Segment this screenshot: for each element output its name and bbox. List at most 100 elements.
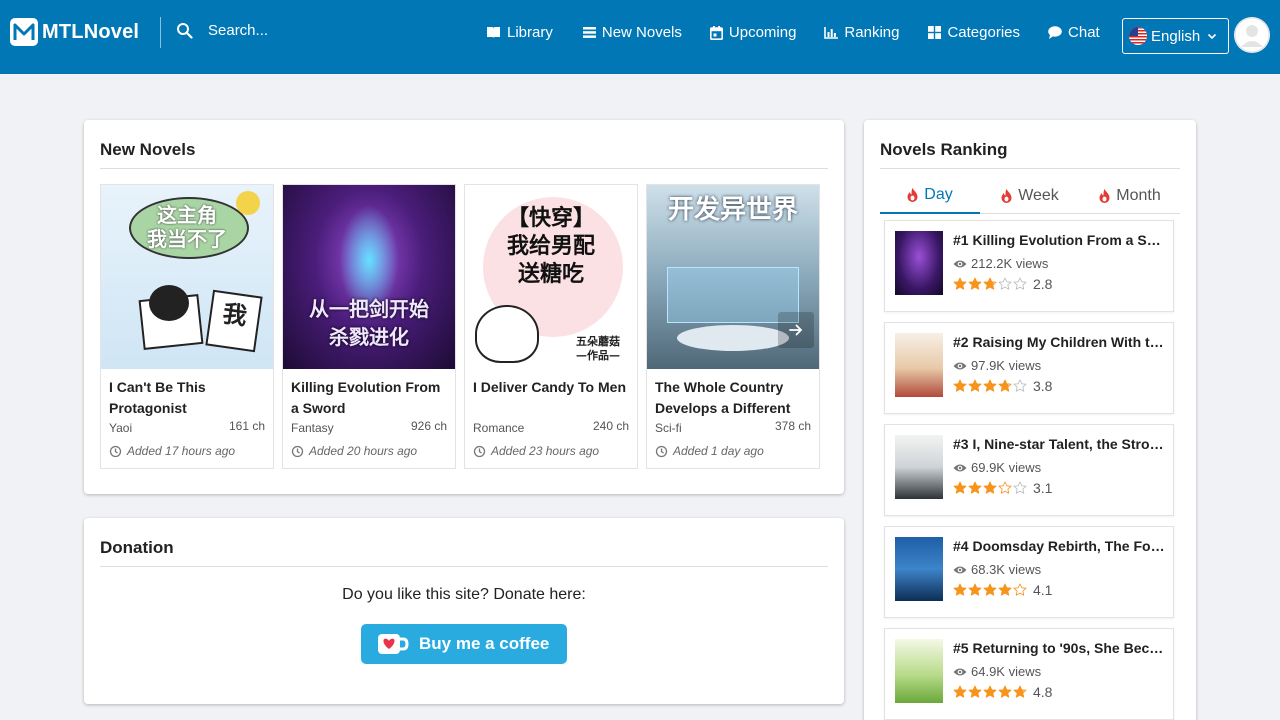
- flame-icon: [907, 188, 918, 202]
- tab-month[interactable]: Month: [1080, 178, 1180, 214]
- novel-genre[interactable]: Sci-fi: [655, 421, 682, 435]
- nav-chat[interactable]: Chat: [1048, 24, 1100, 41]
- grid-icon: [928, 26, 942, 39]
- flame-icon: [1001, 189, 1012, 203]
- star-rating: [953, 481, 1027, 495]
- flame-icon: [1099, 189, 1110, 203]
- star-half-icon: [1013, 583, 1027, 596]
- nav-ranking[interactable]: Ranking: [824, 24, 899, 41]
- new-novels-divider: [100, 168, 828, 169]
- new-novels-card: New Novels 这主角 我当不了 我 I Can't Be This Pr…: [84, 120, 844, 494]
- tab-day[interactable]: Day: [880, 178, 980, 214]
- novel-card[interactable]: 从一把剑开始 杀戮进化 Killing Evolution From a Swo…: [282, 184, 456, 469]
- novel-added: Added 17 hours ago: [109, 444, 235, 458]
- nav-new-novels-label: New Novels: [601, 24, 682, 41]
- donation-divider: [100, 566, 828, 567]
- novel-added-label: Added 20 hours ago: [309, 444, 418, 458]
- cover-title-text: 从一把剑开始 杀戮进化: [309, 297, 429, 349]
- novel-title[interactable]: I Can't Be This Protagonist: [109, 377, 267, 419]
- cover-sub-text: 我: [205, 289, 263, 353]
- nav-categories[interactable]: Categories: [928, 24, 1020, 41]
- nav-library-label: Library: [507, 24, 553, 41]
- bar-chart-icon: [824, 26, 839, 39]
- novel-title[interactable]: Killing Evolution From a Sword: [291, 377, 449, 419]
- header-divider: [160, 17, 161, 48]
- novel-card[interactable]: 这主角 我当不了 我 I Can't Be This Protagonist Y…: [100, 184, 274, 469]
- ranking-item[interactable]: #3 I, Nine-star Talent, the Strongest 69.…: [884, 424, 1174, 516]
- eye-icon: [953, 464, 967, 471]
- novel-genre[interactable]: Romance: [473, 421, 524, 435]
- novel-genre[interactable]: Fantasy: [291, 421, 334, 435]
- list-icon: [582, 27, 596, 38]
- star-empty-icon: [1013, 481, 1027, 494]
- tab-week[interactable]: Week: [980, 178, 1080, 214]
- ranking-item[interactable]: #2 Raising My Children With the Emperor 9…: [884, 322, 1174, 414]
- search-input[interactable]: [208, 22, 408, 39]
- donation-card: Donation Do you like this site? Donate h…: [84, 518, 844, 704]
- buy-coffee-button[interactable]: Buy me a coffee: [361, 624, 567, 664]
- carousel-next-button[interactable]: [778, 312, 814, 348]
- search-icon: [177, 23, 193, 39]
- ranking-item-title[interactable]: #3 I, Nine-star Talent, the Strongest: [953, 436, 1165, 452]
- ranking-item-title[interactable]: #2 Raising My Children With the Emperor: [953, 334, 1165, 350]
- star-rating: [953, 277, 1027, 291]
- star-half-icon: [998, 379, 1012, 392]
- novel-genre[interactable]: Yaoi: [109, 421, 132, 435]
- star-full-icon: [983, 379, 997, 392]
- nav-ranking-label: Ranking: [844, 24, 900, 41]
- ranking-thumbnail[interactable]: [895, 537, 943, 601]
- novel-added: Added 20 hours ago: [291, 444, 417, 458]
- ranking-rating: 3.1: [953, 480, 1052, 496]
- novel-added-label: Added 23 hours ago: [491, 444, 600, 458]
- ranking-item-title[interactable]: #4 Doomsday Rebirth, The Fortress: [953, 538, 1165, 554]
- chat-icon: [1048, 26, 1062, 39]
- eye-icon: [953, 668, 967, 675]
- ranking-rating: 2.8: [953, 276, 1052, 292]
- avatar[interactable]: [1234, 17, 1270, 53]
- ranking-item[interactable]: #5 Returning to '90s, She Became Rich 64.…: [884, 628, 1174, 720]
- history-icon: [473, 445, 486, 457]
- ranking-thumbnail[interactable]: [895, 435, 943, 499]
- ranking-views-label: 64.9K views: [971, 664, 1042, 679]
- logo-icon: [10, 18, 38, 46]
- eye-icon: [953, 566, 967, 573]
- ranking-divider: [880, 168, 1180, 169]
- ranking-item-title[interactable]: #1 Killing Evolution From a Sword: [953, 232, 1165, 248]
- star-empty-icon: [998, 277, 1012, 290]
- eye-icon: [953, 260, 967, 267]
- ranking-title: Novels Ranking: [880, 140, 1008, 159]
- nav-new-novels[interactable]: New Novels: [582, 24, 682, 41]
- donation-text: Do you like this site? Donate here:: [342, 586, 586, 603]
- ranking-item[interactable]: #1 Killing Evolution From a Sword 212.2K …: [884, 220, 1174, 312]
- us-flag-icon: [1129, 27, 1147, 45]
- ranking-thumbnail[interactable]: [895, 231, 943, 295]
- user-icon: [1234, 17, 1270, 53]
- search-bar[interactable]: [176, 22, 408, 39]
- site-logo[interactable]: MTLNovel: [10, 18, 139, 46]
- ranking-thumbnail[interactable]: [895, 333, 943, 397]
- star-empty-icon: [1013, 277, 1027, 290]
- nav-library[interactable]: Library: [486, 24, 553, 41]
- history-icon: [655, 445, 668, 457]
- top-navbar: MTLNovel Library New Novels Upcoming Ran…: [0, 0, 1280, 74]
- novel-cover: 这主角 我当不了 我: [101, 185, 273, 369]
- novel-title[interactable]: The Whole Country Develops a Different: [655, 377, 813, 419]
- rating-value: 4.1: [1033, 582, 1053, 598]
- novel-added: Added 1 day ago: [655, 444, 764, 458]
- coffee-cup-icon: [378, 634, 409, 654]
- novel-added: Added 23 hours ago: [473, 444, 599, 458]
- cover-title-text: 【快穿】 我给男配 送糖吃: [506, 206, 595, 287]
- novel-card[interactable]: 【快穿】 我给男配 送糖吃 五朵蘑菇 —作品— I Deliver Candy …: [464, 184, 638, 469]
- language-select[interactable]: English: [1122, 18, 1229, 54]
- star-half-icon: [983, 277, 997, 290]
- nav-upcoming[interactable]: Upcoming: [709, 24, 796, 41]
- tab-day-label: Day: [924, 186, 953, 203]
- ranking-item-title[interactable]: #5 Returning to '90s, She Became Rich: [953, 640, 1165, 656]
- novel-cover: 从一把剑开始 杀戮进化: [283, 185, 455, 369]
- novel-title[interactable]: I Deliver Candy To Men: [473, 377, 631, 398]
- cover-title-text: 开发异世界: [667, 195, 798, 225]
- novel-chapters: 926 ch: [410, 419, 447, 433]
- eye-icon: [953, 362, 967, 369]
- ranking-item[interactable]: #4 Doomsday Rebirth, The Fortress 68.3K v…: [884, 526, 1174, 618]
- ranking-thumbnail[interactable]: [895, 639, 943, 703]
